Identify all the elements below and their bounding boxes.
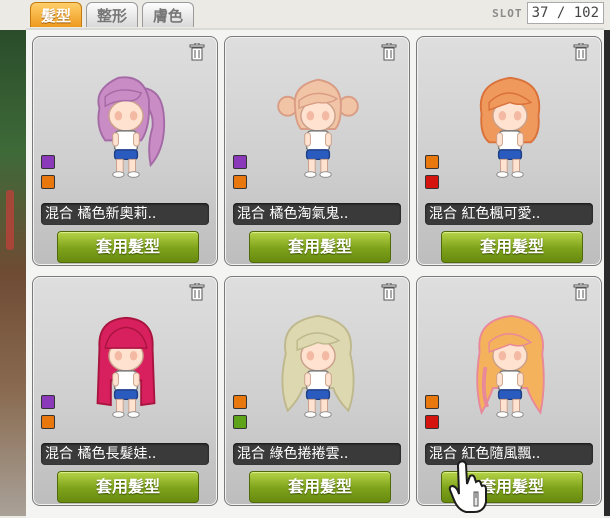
character-preview (263, 297, 373, 441)
color-swatch (425, 155, 439, 169)
hair-card[interactable]: 混合 橘色淘氣鬼.. 套用髮型 (224, 36, 410, 266)
window-edge (604, 30, 610, 516)
hair-grid: 混合 橘色新奧莉.. 套用髮型 混合 橘色淘氣鬼.. 套用髮型 混合 紅色楓可愛..… (32, 36, 602, 506)
mix-color-swatches (233, 395, 247, 429)
apply-hair-button[interactable]: 套用髮型 (57, 231, 199, 263)
color-swatch (425, 175, 439, 189)
apply-hair-button[interactable]: 套用髮型 (249, 471, 391, 503)
apply-hair-button[interactable]: 套用髮型 (57, 471, 199, 503)
character-preview (263, 57, 373, 201)
game-world-background (0, 30, 26, 516)
hair-name: 混合 橘色新奧莉.. (41, 203, 209, 225)
hair-name: 混合 橘色長髮娃.. (41, 443, 209, 465)
trash-icon[interactable] (381, 42, 397, 61)
hair-card[interactable]: 混合 橘色長髮娃.. 套用髮型 (32, 276, 218, 506)
tab-skin[interactable]: 膚色 (142, 2, 195, 27)
slot-value: 37 / 102 (526, 2, 604, 24)
hair-card[interactable]: 混合 綠色捲捲雲.. 套用髮型 (224, 276, 410, 506)
color-swatch (41, 415, 55, 429)
color-swatch (41, 395, 55, 409)
hair-card[interactable]: 混合 紅色楓可愛.. 套用髮型 (416, 36, 602, 266)
hair-name: 混合 橘色淘氣鬼.. (233, 203, 401, 225)
mix-color-swatches (425, 155, 439, 189)
tab-face[interactable]: 整形 (86, 2, 139, 27)
hand-cursor-icon (448, 460, 487, 513)
color-swatch (425, 395, 439, 409)
apply-hair-button[interactable]: 套用髮型 (249, 231, 391, 263)
color-swatch (233, 155, 247, 169)
mix-color-swatches (41, 155, 55, 189)
hair-slot-panel: 混合 橘色新奧莉.. 套用髮型 混合 橘色淘氣鬼.. 套用髮型 混合 紅色楓可愛..… (26, 28, 604, 518)
mix-color-swatches (41, 395, 55, 429)
trash-icon[interactable] (573, 42, 589, 61)
hair-card[interactable]: 混合 紅色隨風飄.. 套用髮型 (416, 276, 602, 506)
trash-icon[interactable] (381, 282, 397, 301)
hair-card[interactable]: 混合 橘色新奧莉.. 套用髮型 (32, 36, 218, 266)
hair-name: 混合 紅色楓可愛.. (425, 203, 593, 225)
tab-hair[interactable]: 髮型 (30, 2, 83, 27)
character-preview (71, 57, 181, 201)
category-tabs: 髮型 整形 膚色 (30, 2, 195, 28)
mix-color-swatches (425, 395, 439, 429)
color-swatch (233, 415, 247, 429)
color-swatch (41, 155, 55, 169)
trash-icon[interactable] (573, 282, 589, 301)
character-preview (455, 57, 565, 201)
color-swatch (233, 175, 247, 189)
trash-icon[interactable] (189, 42, 205, 61)
hair-name: 混合 綠色捲捲雲.. (233, 443, 401, 465)
slot-counter: SLOT 37 / 102 (492, 2, 604, 24)
character-preview (455, 297, 565, 441)
mix-color-swatches (233, 155, 247, 189)
color-swatch (425, 415, 439, 429)
slot-label: SLOT (492, 6, 523, 20)
color-swatch (233, 395, 247, 409)
trash-icon[interactable] (189, 282, 205, 301)
apply-hair-button[interactable]: 套用髮型 (441, 231, 583, 263)
character-preview (71, 297, 181, 441)
color-swatch (41, 175, 55, 189)
